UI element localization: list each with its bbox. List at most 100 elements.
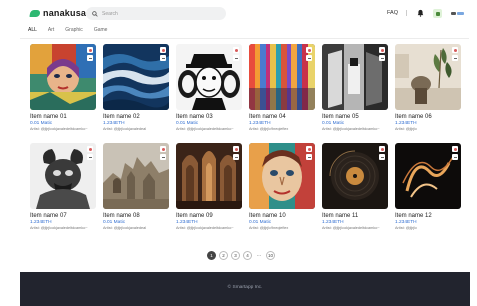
item-artist: Artist: @jljrjlcokjaxaledeltdcamko~ bbox=[30, 226, 88, 230]
item-name: Item name 02 bbox=[103, 114, 140, 120]
share-icon[interactable] bbox=[379, 55, 385, 61]
favorite-icon[interactable] bbox=[306, 146, 312, 152]
search-input[interactable] bbox=[102, 10, 222, 17]
page-button-last[interactable]: 10 bbox=[266, 251, 275, 260]
item-artist: Artist: @jljrjlcokjaxaledeltdcamko~ bbox=[30, 127, 88, 131]
item-card[interactable]: Item name 03 0.01 Matic Artist: @jljrjlc… bbox=[176, 44, 242, 131]
share-icon[interactable] bbox=[379, 154, 385, 160]
artwork-image bbox=[322, 44, 388, 110]
page-button-4[interactable]: 4 bbox=[243, 251, 252, 260]
share-icon[interactable] bbox=[452, 55, 458, 61]
search-icon bbox=[92, 10, 98, 17]
favorite-icon[interactable] bbox=[87, 47, 93, 53]
page-button-3[interactable]: 3 bbox=[231, 251, 240, 260]
item-card[interactable]: Item name 09 1.234ETH Artist: @jljrjlcok… bbox=[176, 143, 242, 230]
artwork-image bbox=[176, 143, 242, 209]
item-image[interactable] bbox=[322, 143, 388, 209]
page-button-1[interactable]: 1 bbox=[207, 251, 216, 260]
bell-icon[interactable] bbox=[417, 8, 424, 18]
favorite-icon[interactable] bbox=[233, 47, 239, 53]
brand-logo[interactable]: nanakusa bbox=[29, 8, 87, 18]
item-name: Item name 03 bbox=[176, 114, 213, 120]
share-icon[interactable] bbox=[233, 55, 239, 61]
item-name: Item name 06 bbox=[395, 114, 432, 120]
item-image[interactable] bbox=[176, 143, 242, 209]
item-image[interactable] bbox=[103, 143, 169, 209]
wallet-icon[interactable] bbox=[433, 9, 442, 18]
item-artist: Artist: @jljrjlcokjaxaledeltdcamko~ bbox=[322, 226, 380, 230]
item-price: 1.234ETH bbox=[176, 220, 198, 225]
item-price: 0.01 Matic bbox=[30, 121, 53, 126]
item-card[interactable]: Item name 07 1.234ETH Artist: @jljrjlcok… bbox=[30, 143, 96, 230]
item-name: Item name 05 bbox=[322, 114, 359, 120]
item-artist: Artist: @jljrjlcokjaxaledeal bbox=[103, 127, 147, 131]
item-card[interactable]: Item name 10 0.01 Matic Artist: @jljrjlc… bbox=[249, 143, 315, 230]
item-artist: Artist: @jljrjlc bbox=[395, 127, 417, 131]
item-price: 0.01 Matic bbox=[103, 220, 126, 225]
favorite-icon[interactable] bbox=[233, 146, 239, 152]
top-header: nanakusa FAQ bbox=[0, 0, 477, 26]
favorite-icon[interactable] bbox=[87, 146, 93, 152]
item-image[interactable] bbox=[395, 143, 461, 209]
favorite-icon[interactable] bbox=[379, 146, 385, 152]
favorite-icon[interactable] bbox=[452, 146, 458, 152]
pagination: 1 2 3 4 ··· 10 bbox=[207, 251, 275, 260]
language-toggle-icon[interactable] bbox=[451, 10, 465, 16]
item-image[interactable] bbox=[249, 143, 315, 209]
artwork-image bbox=[249, 44, 315, 110]
item-card[interactable]: Item name 05 0.01 Matic Artist: @jljrjlc… bbox=[322, 44, 388, 131]
share-icon[interactable] bbox=[160, 55, 166, 61]
item-card[interactable]: Item name 08 0.01 Matic Artist: @jljrjlc… bbox=[103, 143, 169, 230]
item-image[interactable] bbox=[249, 44, 315, 110]
item-artist: Artist: @jljrjlcokjaxaledeltdcamko~ bbox=[176, 127, 234, 131]
share-icon[interactable] bbox=[306, 154, 312, 160]
share-icon[interactable] bbox=[233, 154, 239, 160]
item-name: Item name 10 bbox=[249, 213, 286, 219]
item-name: Item name 09 bbox=[176, 213, 213, 219]
faq-link[interactable]: FAQ bbox=[387, 8, 398, 18]
item-name: Item name 01 bbox=[30, 114, 67, 120]
item-card[interactable]: Item name 06 1.234ETH Artist: @jljrjlc bbox=[395, 44, 461, 131]
item-price: 1.234ETH bbox=[395, 220, 417, 225]
item-image[interactable] bbox=[30, 143, 96, 209]
item-artist: Artist: @jljrjlcokjaxaledeal bbox=[103, 226, 147, 230]
favorite-icon[interactable] bbox=[379, 47, 385, 53]
item-artist: Artist: @jljrjlcokjaxaledeltdcamko~ bbox=[176, 226, 234, 230]
artwork-image bbox=[395, 44, 461, 110]
item-name: Item name 11 bbox=[322, 213, 359, 219]
item-image[interactable] bbox=[176, 44, 242, 110]
item-image[interactable] bbox=[103, 44, 169, 110]
share-icon[interactable] bbox=[160, 154, 166, 160]
favorite-icon[interactable] bbox=[160, 47, 166, 53]
item-artist: Artist: @jljrjlc9neqiefiex bbox=[249, 226, 289, 230]
item-name: Item name 04 bbox=[249, 114, 286, 120]
page-button-2[interactable]: 2 bbox=[219, 251, 228, 260]
share-icon[interactable] bbox=[306, 55, 312, 61]
item-card[interactable]: Item name 11 1.234ETH Artist: @jljrjlcok… bbox=[322, 143, 388, 230]
item-price: 1.234ETH bbox=[395, 121, 417, 126]
item-name: Item name 12 bbox=[395, 213, 432, 219]
favorite-icon[interactable] bbox=[452, 47, 458, 53]
favorite-icon[interactable] bbox=[160, 146, 166, 152]
brand-name: nanakusa bbox=[43, 8, 87, 18]
artwork-image bbox=[176, 44, 242, 110]
search-bar[interactable] bbox=[86, 7, 226, 20]
artwork-image bbox=[395, 143, 461, 209]
item-price: 1.234ETH bbox=[103, 121, 125, 126]
item-card[interactable]: Item name 01 0.01 Matic Artist: @jljrjlc… bbox=[30, 44, 96, 131]
item-image[interactable] bbox=[322, 44, 388, 110]
share-icon[interactable] bbox=[452, 154, 458, 160]
share-icon[interactable] bbox=[87, 55, 93, 61]
leaf-logo-icon bbox=[29, 9, 41, 17]
share-icon[interactable] bbox=[87, 154, 93, 160]
item-card[interactable]: Item name 12 1.234ETH Artist: @jljrjlc bbox=[395, 143, 461, 230]
item-card[interactable]: Item name 04 1.234ETH Artist: @jljrjlc9n… bbox=[249, 44, 315, 131]
artwork-image bbox=[322, 143, 388, 209]
artwork-image bbox=[30, 44, 96, 110]
item-image[interactable] bbox=[30, 44, 96, 110]
item-artist: Artist: @jljrjlc9neqiefiex bbox=[249, 127, 289, 131]
item-image[interactable] bbox=[395, 44, 461, 110]
item-card[interactable]: Item name 02 1.234ETH Artist: @jljrjlcok… bbox=[103, 44, 169, 131]
artwork-image bbox=[103, 143, 169, 209]
favorite-icon[interactable] bbox=[306, 47, 312, 53]
